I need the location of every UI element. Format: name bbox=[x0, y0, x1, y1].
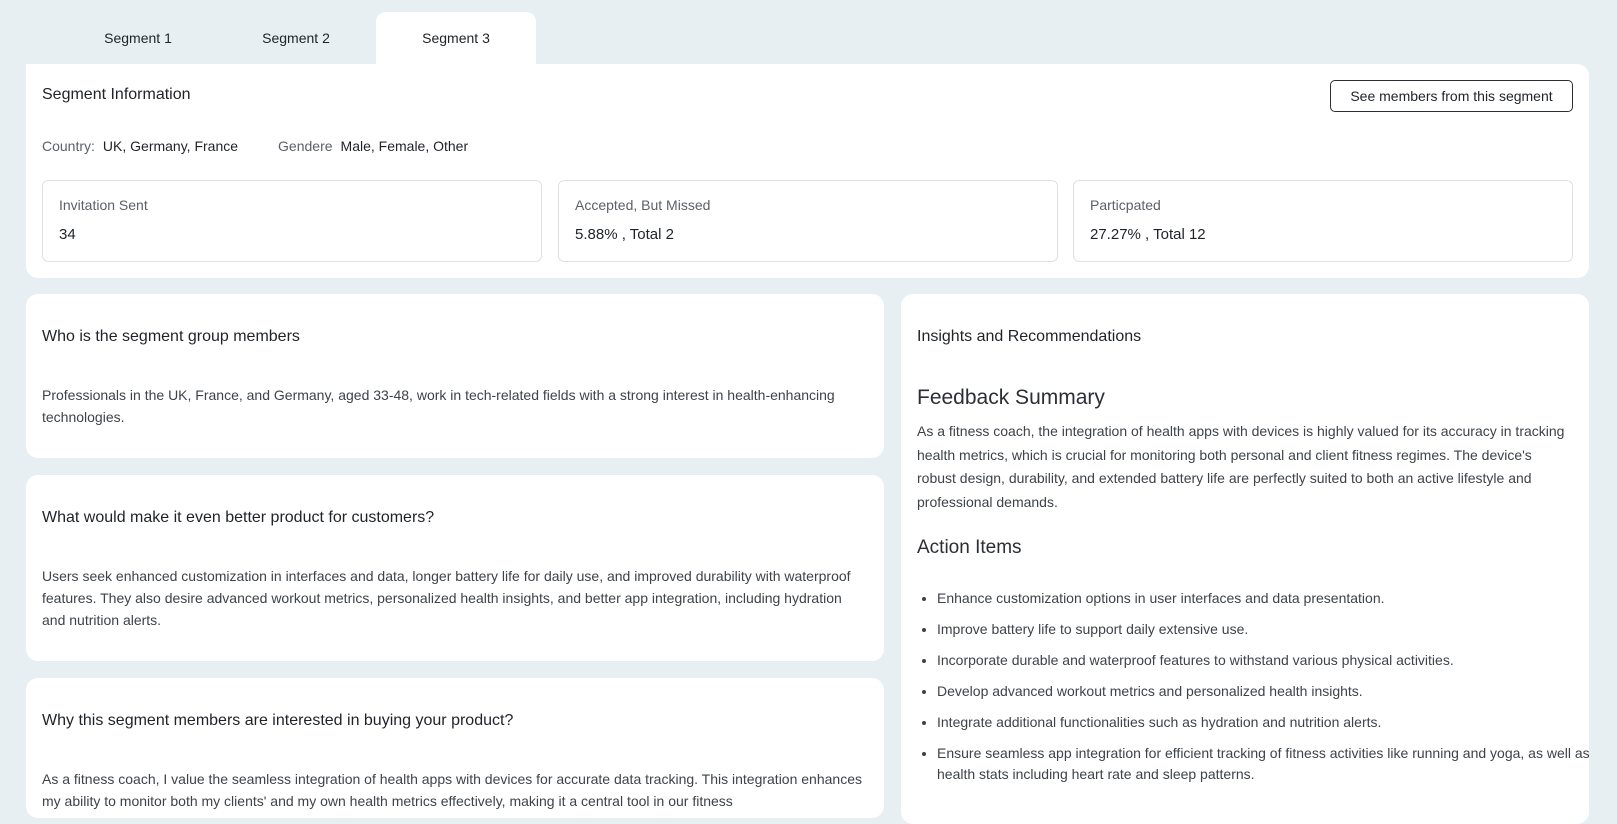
action-item: Improve battery life to support daily ex… bbox=[937, 619, 1597, 640]
segment-tabs: Segment 1 Segment 2 Segment 3 bbox=[60, 12, 536, 64]
stat-label: Particpated bbox=[1090, 197, 1161, 213]
insights-card: Insights and Recommendations Feedback Su… bbox=[901, 294, 1590, 824]
country-label: Country: bbox=[42, 138, 95, 154]
country-value: UK, Germany, France bbox=[102, 138, 239, 154]
action-item: Incorporate durable and waterproof featu… bbox=[937, 650, 1597, 671]
tab-segment-3[interactable]: Segment 3 bbox=[376, 12, 536, 64]
action-items-heading: Action Items bbox=[917, 537, 1022, 558]
stat-participated: Particpated 27.27% , Total 12 bbox=[1073, 180, 1573, 262]
action-item: Enhance customization options in user in… bbox=[937, 588, 1597, 609]
stat-value: 34 bbox=[59, 226, 76, 243]
stat-value: 5.88% , Total 2 bbox=[575, 226, 674, 243]
card-title: What would make it even better product f… bbox=[42, 509, 435, 526]
action-item: Integrate additional functionalities suc… bbox=[937, 712, 1597, 733]
action-items-list: Enhance customization options in user in… bbox=[917, 588, 1597, 795]
card-title: Who is the segment group members bbox=[42, 328, 300, 345]
gender-value: Male, Female, Other bbox=[340, 138, 469, 154]
stat-label: Invitation Sent bbox=[59, 197, 148, 213]
segment-members-card: Who is the segment group members Profess… bbox=[26, 294, 884, 458]
feedback-summary-heading: Feedback Summary bbox=[917, 386, 1105, 409]
stat-invitation-sent: Invitation Sent 34 bbox=[42, 180, 542, 262]
tab-segment-2[interactable]: Segment 2 bbox=[216, 12, 376, 64]
stat-value: 27.27% , Total 12 bbox=[1090, 226, 1206, 243]
segment-info-title: Segment Information bbox=[42, 86, 191, 103]
action-item: Develop advanced workout metrics and per… bbox=[937, 681, 1597, 702]
card-body: Professionals in the UK, France, and Ger… bbox=[42, 387, 835, 425]
action-item: Ensure seamless app integration for effi… bbox=[937, 743, 1597, 785]
stat-label: Accepted, But Missed bbox=[575, 197, 711, 213]
feedback-summary-text: As a fitness coach, the integration of h… bbox=[917, 423, 1565, 510]
see-members-button[interactable]: See members from this segment bbox=[1330, 80, 1573, 112]
buying-interest-card: Why this segment members are interested … bbox=[26, 678, 884, 818]
stat-accepted-missed: Accepted, But Missed 5.88% , Total 2 bbox=[558, 180, 1058, 262]
gender-label: Gendere bbox=[278, 138, 333, 154]
tab-segment-1[interactable]: Segment 1 bbox=[60, 12, 216, 64]
insights-title: Insights and Recommendations bbox=[917, 328, 1142, 345]
card-body: As a fitness coach, I value the seamless… bbox=[42, 771, 862, 809]
card-body: Users seek enhanced customization in int… bbox=[42, 568, 851, 628]
segment-info-card: Segment Information See members from thi… bbox=[26, 64, 1589, 278]
card-title: Why this segment members are interested … bbox=[42, 712, 514, 729]
segment-meta: Country: UK, Germany, France Gendere Mal… bbox=[42, 138, 468, 154]
better-product-card: What would make it even better product f… bbox=[26, 475, 884, 661]
